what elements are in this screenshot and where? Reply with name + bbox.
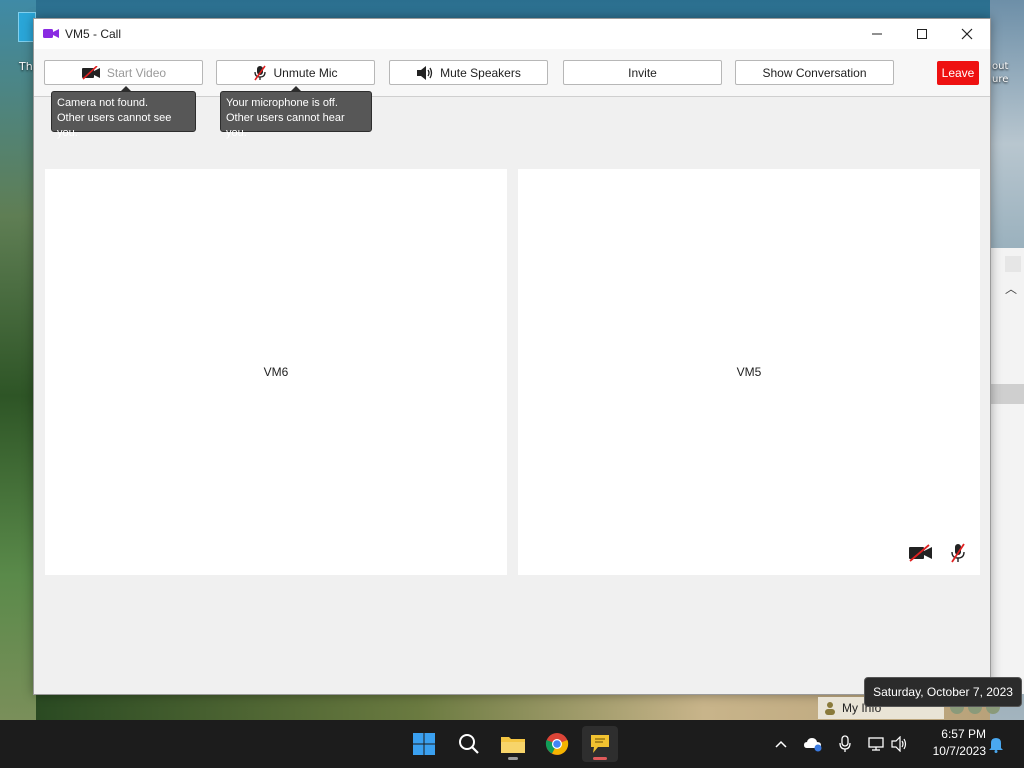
chevron-up-icon bbox=[775, 740, 787, 748]
running-indicator bbox=[593, 757, 607, 760]
mic-off-icon bbox=[951, 543, 965, 563]
running-indicator bbox=[508, 757, 518, 760]
bell-icon bbox=[989, 738, 1003, 753]
search-button[interactable] bbox=[451, 726, 487, 762]
volume-button[interactable] bbox=[890, 720, 910, 768]
microphone-tray-button[interactable] bbox=[836, 720, 854, 768]
volume-icon bbox=[891, 736, 907, 752]
clock[interactable]: 6:57 PM 10/7/2023 bbox=[920, 726, 986, 762]
search-icon bbox=[459, 734, 479, 754]
show-conversation-button[interactable]: Show Conversation bbox=[735, 60, 894, 85]
participant-name: VM5 bbox=[736, 365, 762, 379]
mic-tooltip-line1: Your microphone is off. bbox=[226, 97, 338, 109]
chat-bubble-icon bbox=[591, 735, 609, 753]
file-explorer-button[interactable] bbox=[495, 726, 531, 762]
mic-tooltip: Your microphone is off. Other users cann… bbox=[220, 86, 372, 139]
microphone-icon bbox=[839, 735, 851, 752]
maximize-button[interactable] bbox=[899, 19, 945, 49]
taskbar: 6:57 PM 10/7/2023 bbox=[0, 720, 1024, 768]
title-bar[interactable]: VM5 - Call bbox=[34, 19, 990, 49]
speaker-icon bbox=[417, 65, 433, 80]
participant-tile-vm6[interactable]: VM6 bbox=[45, 169, 507, 575]
camera-off-icon bbox=[81, 65, 100, 80]
chrome-button[interactable] bbox=[539, 726, 575, 762]
person-icon bbox=[825, 702, 835, 715]
start-button[interactable] bbox=[406, 726, 442, 762]
chat-app-button[interactable] bbox=[582, 726, 618, 762]
network-button[interactable] bbox=[866, 720, 886, 768]
participant-tile-vm5[interactable]: VM5 bbox=[518, 169, 980, 575]
video-camera-icon bbox=[43, 29, 59, 38]
close-button[interactable] bbox=[944, 19, 990, 49]
call-window: VM5 - Call Start Video Unmute Mic Mute S… bbox=[33, 18, 991, 695]
background-window-strip bbox=[990, 384, 1024, 404]
cloud-icon bbox=[804, 738, 822, 752]
show-hidden-icons-button[interactable] bbox=[772, 720, 790, 768]
background-window-panel: ︿ bbox=[990, 248, 1024, 384]
clock-date: 10/7/2023 bbox=[932, 744, 986, 758]
mute-speakers-label: Mute Speakers bbox=[440, 65, 521, 80]
minimize-button[interactable] bbox=[854, 19, 900, 49]
camera-tooltip-line1: Camera not found. bbox=[57, 97, 149, 109]
participant-status bbox=[908, 543, 966, 563]
clock-time: 6:57 PM bbox=[941, 727, 986, 741]
chevron-up-icon[interactable]: ︿ bbox=[1005, 280, 1017, 297]
desktop-wallpaper-left bbox=[0, 0, 36, 720]
show-conversation-label: Show Conversation bbox=[762, 65, 867, 80]
mic-off-icon bbox=[254, 65, 267, 80]
windows-logo-icon bbox=[413, 733, 435, 755]
desktop-shortcut-label: Th bbox=[19, 60, 33, 73]
leave-button[interactable]: Leave bbox=[937, 61, 979, 85]
camera-off-icon bbox=[909, 544, 932, 562]
date-tooltip: Saturday, October 7, 2023 bbox=[864, 677, 1022, 707]
desktop-right-label: out ure bbox=[992, 61, 1009, 85]
start-video-label: Start Video bbox=[106, 65, 167, 80]
folder-icon bbox=[501, 737, 525, 753]
call-toolbar: Start Video Unmute Mic Mute Speakers Inv… bbox=[34, 49, 990, 97]
unmute-mic-label: Unmute Mic bbox=[273, 65, 338, 80]
mute-speakers-button[interactable]: Mute Speakers bbox=[389, 60, 548, 85]
network-icon bbox=[868, 737, 884, 751]
camera-tooltip: Camera not found. Other users cannot see… bbox=[51, 86, 196, 139]
onedrive-button[interactable] bbox=[802, 720, 824, 768]
start-video-button[interactable]: Start Video bbox=[44, 60, 203, 85]
background-window-body bbox=[990, 404, 1024, 694]
unmute-mic-button[interactable]: Unmute Mic bbox=[216, 60, 375, 85]
close-icon bbox=[961, 28, 973, 40]
notifications-button[interactable] bbox=[986, 720, 1006, 768]
invite-label: Invite bbox=[628, 65, 657, 80]
window-title: VM5 - Call bbox=[65, 27, 122, 41]
mic-tooltip-line2: Other users cannot hear you. bbox=[226, 112, 345, 139]
participant-name: VM6 bbox=[263, 365, 289, 379]
maximize-icon bbox=[917, 29, 927, 39]
background-close-icon[interactable] bbox=[1005, 256, 1021, 272]
chrome-icon bbox=[545, 733, 569, 755]
camera-tooltip-line2: Other users cannot see you. bbox=[57, 112, 172, 139]
invite-button[interactable]: Invite bbox=[563, 60, 722, 85]
minimize-icon bbox=[872, 33, 882, 35]
